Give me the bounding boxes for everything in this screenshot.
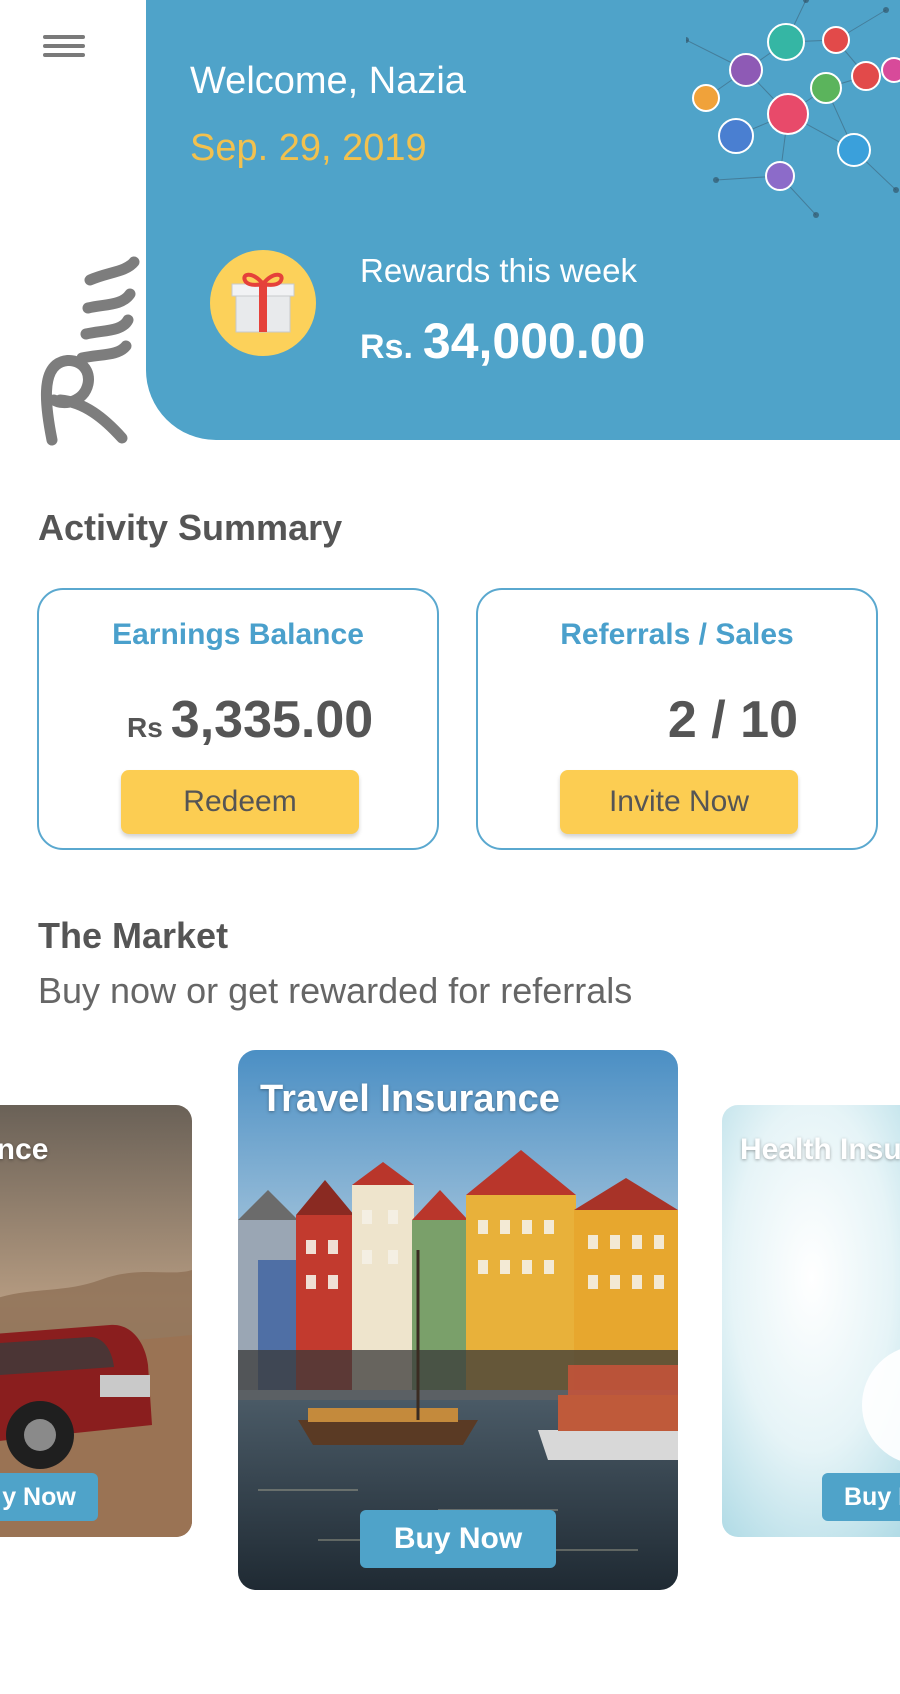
- welcome-banner: Welcome, Nazia Sep. 29, 2019 Rewards thi…: [146, 0, 900, 440]
- travel-insurance-image: [238, 1050, 678, 1590]
- rewards-currency: Rs.: [360, 328, 413, 366]
- referrals-count: 2 / 10: [667, 691, 798, 749]
- people-network-icon: [686, 0, 900, 218]
- gift-icon: [210, 250, 316, 356]
- current-date: Sep. 29, 2019: [190, 127, 427, 169]
- product-card-car-insurance[interactable]: ance y Now: [0, 1105, 192, 1537]
- earnings-balance-value: Rs 3,335.00: [127, 690, 373, 750]
- referrals-sales-value: 2 / 10: [668, 690, 798, 750]
- buy-now-button-car[interactable]: y Now: [0, 1473, 98, 1521]
- product-title-health: Health Insu: [740, 1133, 900, 1166]
- market-title: The Market: [38, 915, 229, 956]
- invite-now-button[interactable]: Invite Now: [560, 770, 798, 834]
- product-card-travel-insurance[interactable]: Travel Insurance Buy Now: [238, 1050, 678, 1590]
- earnings-currency: Rs: [127, 712, 163, 743]
- earnings-balance-card: Earnings Balance Rs 3,335.00 Redeem: [37, 588, 439, 850]
- welcome-greeting: Welcome, Nazia: [190, 60, 466, 102]
- activity-summary-title: Activity Summary: [38, 507, 343, 548]
- product-title-car: ance: [0, 1133, 49, 1166]
- rewards-value: 34,000.00: [422, 313, 646, 369]
- earnings-amount: 3,335.00: [170, 691, 374, 749]
- redeem-button[interactable]: Redeem: [121, 770, 359, 834]
- earnings-balance-label: Earnings Balance: [112, 618, 364, 651]
- buy-now-button-travel[interactable]: Buy Now: [360, 1510, 556, 1568]
- product-card-health-insurance[interactable]: Health Insu Buy I: [722, 1105, 900, 1537]
- rewards-this-week-amount: Rs. 34,000.00: [360, 312, 645, 370]
- rewards-this-week-label: Rewards this week: [360, 252, 637, 289]
- referrals-sales-label: Referrals / Sales: [560, 618, 794, 651]
- buy-now-button-health[interactable]: Buy I: [822, 1473, 900, 1521]
- brand-logo-icon: [40, 256, 140, 446]
- market-subtitle: Buy now or get rewarded for referrals: [38, 970, 633, 1011]
- product-title-travel: Travel Insurance: [260, 1078, 560, 1120]
- hamburger-menu-icon[interactable]: [40, 30, 88, 70]
- referrals-sales-card: Referrals / Sales 2 / 10 Invite Now: [476, 588, 878, 850]
